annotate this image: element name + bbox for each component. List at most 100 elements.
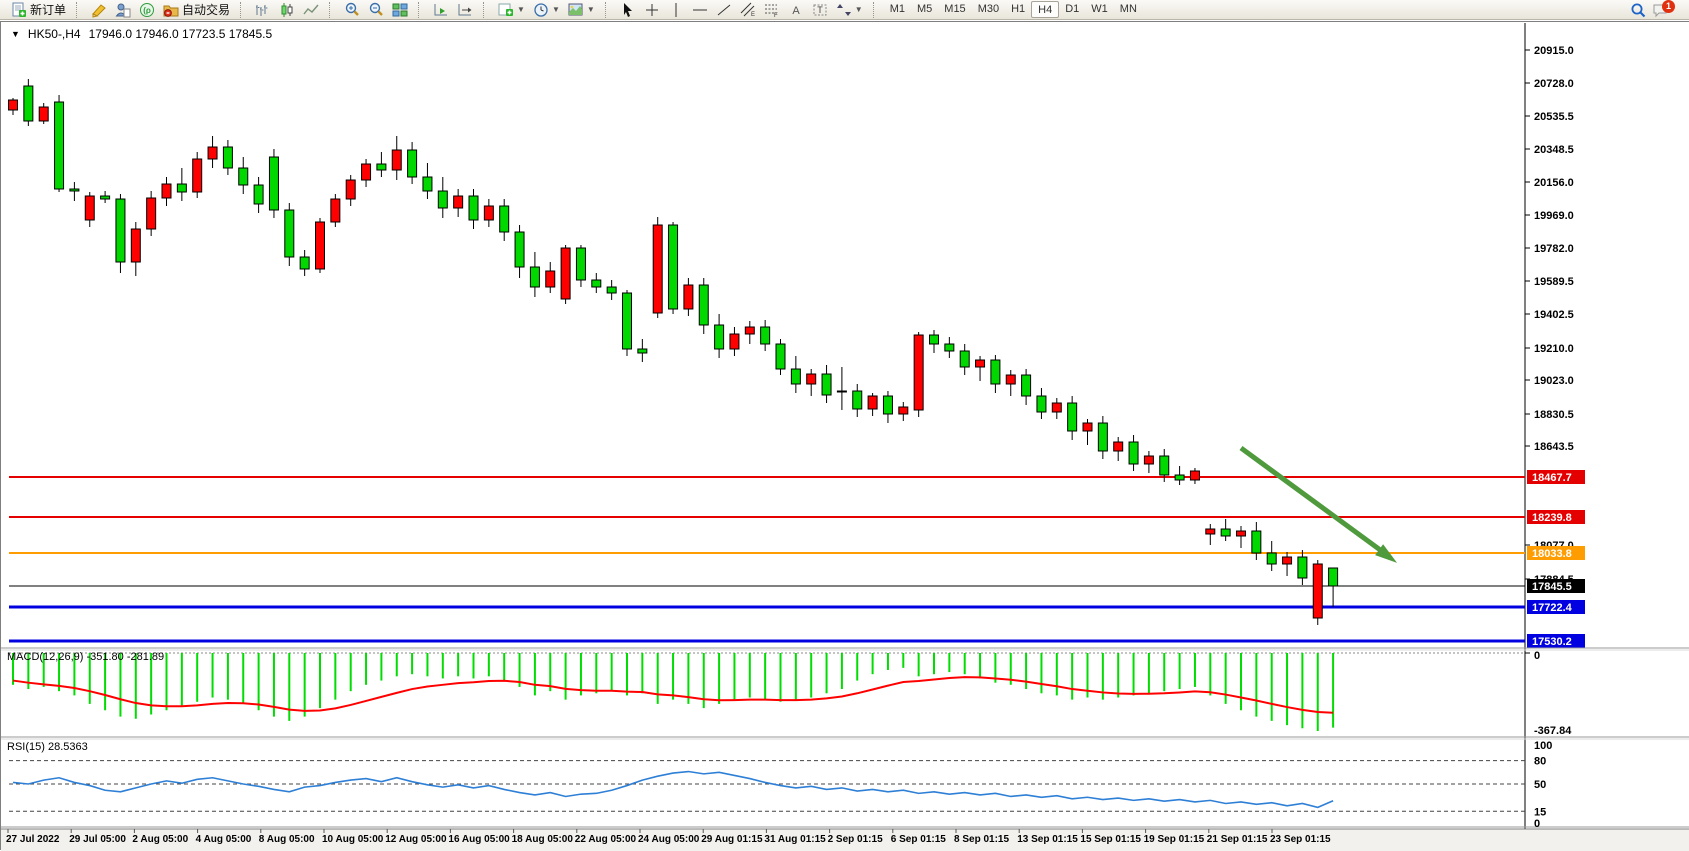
vline-tool-button[interactable] — [664, 1, 688, 19]
price-tick-label: 20535.5 — [1534, 111, 1574, 123]
candle-body — [408, 150, 417, 177]
chart-shift-icon — [457, 2, 473, 18]
timeframe-button-m30[interactable]: M30 — [972, 1, 1005, 18]
template-button[interactable]: ▼ — [564, 1, 599, 19]
candle-body — [623, 293, 632, 349]
time-tick-label: 2 Aug 05:00 — [132, 834, 188, 845]
template-icon — [568, 2, 584, 18]
candle-body — [745, 327, 754, 334]
candle-body — [55, 102, 64, 189]
new-order-icon — [11, 2, 27, 18]
shapes-tool-button[interactable]: ▼ — [832, 1, 867, 19]
candle-body — [699, 285, 708, 325]
candle-body — [316, 222, 325, 269]
candle-body — [362, 164, 371, 180]
signals-button[interactable]: (ρ — [135, 1, 159, 19]
candle-body — [1083, 423, 1092, 431]
candle-body — [346, 180, 355, 199]
text-tool-button[interactable]: A — [784, 1, 808, 19]
trendline-tool-button[interactable] — [712, 1, 736, 19]
candle-body — [1144, 456, 1153, 464]
trend-arrow-line[interactable] — [1241, 448, 1383, 552]
autotrading-icon — [163, 2, 179, 18]
period-button[interactable]: ▼ — [529, 1, 564, 19]
styler-button[interactable] — [87, 1, 111, 19]
timeframe-button-m15[interactable]: M15 — [938, 1, 971, 18]
candle-body — [223, 147, 232, 168]
arrows-shapes-icon — [836, 2, 852, 18]
timeframe-button-m5[interactable]: M5 — [911, 1, 938, 18]
price-tick-label: 19589.5 — [1534, 276, 1574, 288]
zoom-in-button[interactable] — [340, 1, 364, 19]
fibonacci-icon: F — [764, 2, 780, 18]
cursor-tool-button[interactable] — [616, 1, 640, 19]
rsi-level-label: 80 — [1534, 756, 1546, 768]
candle-body — [960, 351, 969, 367]
candle-body — [101, 196, 110, 199]
candle-body — [853, 391, 862, 409]
candle-body — [715, 325, 724, 349]
timeframe-button-d1[interactable]: D1 — [1059, 1, 1085, 18]
line-chart-button[interactable] — [299, 1, 323, 19]
candle-body — [147, 198, 156, 229]
candle-body — [1329, 568, 1338, 586]
candle-body — [469, 196, 478, 220]
timeframe-button-m1[interactable]: M1 — [884, 1, 911, 18]
crosshair-tool-button[interactable] — [640, 1, 664, 19]
toolbar-separator — [329, 2, 334, 18]
chart-canvas[interactable]: 20915.020728.020535.520348.520156.019969… — [1, 22, 1689, 851]
candle-body — [1190, 471, 1199, 480]
candlestick-chart-button[interactable] — [275, 1, 299, 19]
candle-body — [1006, 375, 1015, 384]
channel-tool-button[interactable]: E — [736, 1, 760, 19]
add-indicator-button[interactable]: ▼ — [494, 1, 529, 19]
time-tick-label: 4 Aug 05:00 — [196, 834, 252, 845]
tile-windows-button[interactable] — [388, 1, 412, 19]
notification-count-badge: 1 — [1662, 0, 1675, 13]
time-tick-label: 21 Sep 01:15 — [1207, 834, 1268, 845]
collapse-arrow-icon[interactable]: ▼ — [11, 29, 20, 39]
toolbar-separator — [873, 2, 878, 18]
candle-body — [1206, 529, 1215, 534]
candle-body — [1237, 531, 1246, 536]
candlestick-chart-icon — [279, 2, 295, 18]
candle-body — [423, 177, 432, 191]
text-label-icon: T — [812, 2, 828, 18]
zoom-in-icon — [344, 2, 360, 18]
chart-window[interactable]: 20915.020728.020535.520348.520156.019969… — [0, 21, 1689, 850]
price-tick-label: 19402.5 — [1534, 309, 1574, 321]
timeframe-button-h1[interactable]: H1 — [1005, 1, 1031, 18]
tile-windows-icon — [392, 2, 408, 18]
new-order-button[interactable]: 新订单 — [7, 1, 70, 19]
candle-body — [607, 287, 616, 293]
fibonacci-tool-button[interactable]: F — [760, 1, 784, 19]
hline-tool-button[interactable] — [688, 1, 712, 19]
candle-body — [530, 267, 539, 287]
svg-text:T: T — [817, 5, 823, 15]
macd-bottom-value: -367.84 — [1534, 725, 1572, 737]
chart-shift-button[interactable] — [453, 1, 477, 19]
market-watch-button[interactable] — [111, 1, 135, 19]
timeframe-button-h4[interactable]: H4 — [1031, 1, 1059, 18]
candle-body — [9, 100, 18, 110]
timeframe-button-mn[interactable]: MN — [1114, 1, 1143, 18]
time-tick-label: 22 Aug 05:00 — [575, 834, 637, 845]
candle-body — [1068, 403, 1077, 431]
price-line-badge-label: 17722.4 — [1532, 602, 1573, 614]
timeframe-button-w1[interactable]: W1 — [1085, 1, 1114, 18]
label-tool-button[interactable]: T — [808, 1, 832, 19]
zoom-out-button[interactable] — [364, 1, 388, 19]
candle-body — [254, 185, 263, 204]
notifications-button[interactable]: 1 — [1652, 2, 1681, 18]
ohlc-values: 17946.0 17946.0 17723.5 17845.5 — [89, 27, 273, 41]
horizontal-line-icon — [692, 2, 708, 18]
auto-scroll-button[interactable] — [429, 1, 453, 19]
candle-body — [945, 344, 954, 351]
bar-chart-button[interactable] — [251, 1, 275, 19]
candle-body — [1037, 396, 1046, 412]
candle-body — [208, 147, 217, 159]
time-tick-label: 2 Sep 01:15 — [828, 834, 883, 845]
autotrading-button[interactable]: 自动交易 — [159, 1, 234, 19]
chart-title: ▼ HK50-,H4 17946.0 17946.0 17723.5 17845… — [11, 27, 272, 41]
search-icon[interactable] — [1630, 2, 1646, 18]
